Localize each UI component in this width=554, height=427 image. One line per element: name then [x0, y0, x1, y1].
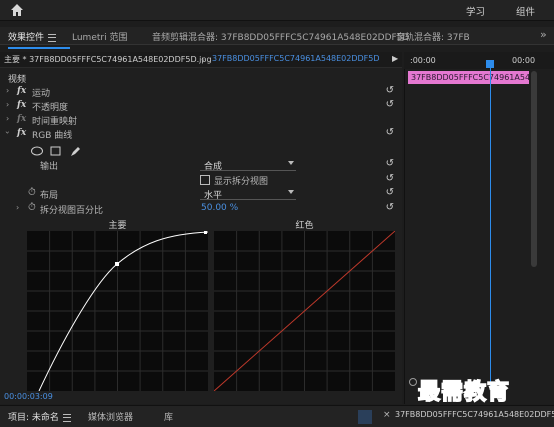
tab-lumetri-scopes[interactable]: Lumetri 范围	[72, 30, 127, 43]
rgb-curves-editor: 主要 红色	[27, 221, 396, 392]
zoom-handle[interactable]	[409, 378, 417, 386]
cursor-icon[interactable]	[358, 410, 372, 424]
tabs-overflow-button[interactable]: »	[540, 28, 547, 41]
stopwatch-icon[interactable]: ⏱	[28, 202, 36, 213]
nav-learn[interactable]: 学习	[466, 4, 485, 18]
tab-library[interactable]: 库	[164, 410, 173, 423]
fx-icon[interactable]: fx	[17, 128, 26, 138]
sequence-tab[interactable]: 37FB8DD05FFFC5C74961A548E02DDF5D	[395, 410, 554, 419]
chevron-right-icon[interactable]: ›	[6, 86, 9, 95]
timeline-clip[interactable]: 37FB8DD05FFFC5C74961A548E02	[408, 71, 529, 84]
tab-project-label: 项目: 未命名	[8, 413, 59, 423]
master-curve-panel[interactable]: 主要	[27, 221, 209, 392]
section-video-label: 视频	[8, 75, 27, 85]
layout-value: 水平	[204, 191, 223, 201]
source-clip-name[interactable]: 主要 * 37FB8DD05FFFC5C74961A548E02DDF5D.jp…	[4, 54, 212, 65]
tab-effect-controls[interactable]: 效果控件	[8, 30, 71, 49]
effect-time-remap-row[interactable]: › fx 时间重映射	[0, 113, 402, 127]
clip-selector-bar: 主要 * 37FB8DD05FFFC5C74961A548E02DDF5D.jp…	[0, 52, 402, 68]
chevron-right-icon[interactable]: ›	[6, 114, 9, 123]
ruler-end-time: 00:00	[512, 56, 536, 65]
reset-icon[interactable]: ↺	[386, 173, 394, 184]
panel-menu-icon[interactable]	[48, 33, 57, 42]
split-view-label: 显示拆分视图	[214, 177, 269, 187]
output-dropdown[interactable]: 合成	[200, 159, 296, 172]
rectangle-mask-icon[interactable]	[50, 146, 61, 156]
layout-label: 布局	[40, 191, 59, 201]
reset-icon[interactable]: ↺	[386, 202, 394, 213]
chevron-right-icon[interactable]: ›	[16, 203, 19, 212]
rgb-output-row: 输出 合成 ↺	[0, 158, 402, 172]
mask-tools	[31, 146, 80, 156]
chevron-down-icon[interactable]: ⌄	[200, 55, 206, 63]
panel-menu-icon[interactable]	[62, 413, 71, 422]
sequence-clip-name[interactable]: 37FB8DD05FFFC5C74961A548E02DDF5D * 37F..…	[212, 54, 380, 63]
ruler-start-time: :00:00	[410, 56, 436, 65]
effect-opacity-label: 不透明度	[32, 103, 69, 113]
section-video-header: 视频	[0, 71, 402, 85]
curve-control-point[interactable]	[115, 262, 119, 266]
red-curve-panel[interactable]: 红色	[213, 221, 396, 392]
red-curve-graph[interactable]	[213, 230, 396, 392]
effect-motion-label: 运动	[32, 89, 51, 99]
tab-audio-track-mixer[interactable]: 音轨混合器: 37FB	[396, 30, 470, 43]
nav-components[interactable]: 组件	[516, 4, 535, 18]
watermark-text: 最需教育	[417, 379, 511, 406]
rgb-split-view-row: 显示拆分视图 ↺	[0, 173, 402, 187]
play-only-clip-icon[interactable]: ▶	[392, 54, 398, 63]
effect-rgb-curves-row[interactable]: › fx RGB 曲线 ↺	[0, 127, 402, 141]
layout-dropdown[interactable]: 水平	[200, 188, 296, 201]
timeline-ruler[interactable]: :00:00 00:00	[404, 52, 554, 69]
effect-opacity-row[interactable]: › fx 不透明度 ↺	[0, 99, 402, 113]
bottom-panel-tabs: 项目: 未命名 媒体浏览器 库 × 37FB8DD05FFFC5C74961A5…	[0, 405, 554, 427]
chevron-down-icon	[288, 161, 294, 165]
reset-icon[interactable]: ↺	[386, 85, 394, 96]
master-curve-graph[interactable]	[27, 231, 209, 392]
home-icon[interactable]	[10, 3, 24, 17]
pen-mask-icon[interactable]	[71, 147, 80, 156]
fx-icon[interactable]: fx	[17, 100, 26, 110]
top-bar: 学习 组件	[0, 0, 554, 21]
effect-motion-row[interactable]: › fx 运动 ↺	[0, 85, 402, 99]
stopwatch-icon[interactable]: ⏱	[28, 187, 36, 198]
playhead-line	[490, 60, 491, 390]
effect-time-remap-label: 时间重映射	[32, 117, 78, 127]
vertical-scrollbar[interactable]	[531, 71, 537, 267]
chevron-down-icon[interactable]: ›	[3, 131, 12, 134]
close-icon[interactable]: ×	[383, 410, 391, 420]
reset-icon[interactable]: ↺	[386, 99, 394, 110]
reset-icon[interactable]: ↺	[386, 127, 394, 138]
tab-project[interactable]: 项目: 未命名	[8, 410, 71, 423]
split-percent-value[interactable]: 50.00 %	[201, 203, 238, 213]
split-percent-label: 拆分视图百分比	[40, 206, 104, 216]
chevron-right-icon[interactable]: ›	[6, 100, 9, 109]
current-timecode[interactable]: 00:00:03:09	[4, 392, 53, 401]
tab-media-browser[interactable]: 媒体浏览器	[88, 410, 133, 423]
split-view-checkbox[interactable]	[200, 175, 210, 185]
master-curve-title: 主要	[108, 221, 127, 231]
chevron-down-icon	[288, 190, 294, 194]
tab-effect-controls-label: 效果控件	[8, 33, 45, 43]
fx-icon[interactable]: fx	[17, 86, 26, 96]
output-value: 合成	[204, 162, 223, 172]
panel-tabs: 效果控件 Lumetri 范围 音频剪辑混合器: 37FB8DD05FFFC5C…	[0, 27, 554, 49]
rgb-split-percent-row: › ⏱ 拆分视图百分比 50.00 % ↺	[0, 202, 402, 216]
rgb-layout-row: ⏱ 布局 水平 ↺	[0, 187, 402, 201]
effect-rgb-curves-label: RGB 曲线	[32, 131, 73, 141]
ellipse-mask-icon[interactable]	[31, 146, 43, 156]
fx-icon: fx	[17, 114, 27, 124]
curve-endpoint[interactable]	[204, 231, 207, 234]
reset-icon[interactable]: ↺	[386, 187, 394, 198]
tab-audio-clip-mixer[interactable]: 音频剪辑混合器: 37FB8DD05FFFC5C74961A548E02DDF5…	[152, 30, 409, 43]
output-label: 输出	[40, 162, 59, 172]
reset-icon[interactable]: ↺	[386, 158, 394, 169]
red-curve-title: 红色	[295, 221, 314, 231]
